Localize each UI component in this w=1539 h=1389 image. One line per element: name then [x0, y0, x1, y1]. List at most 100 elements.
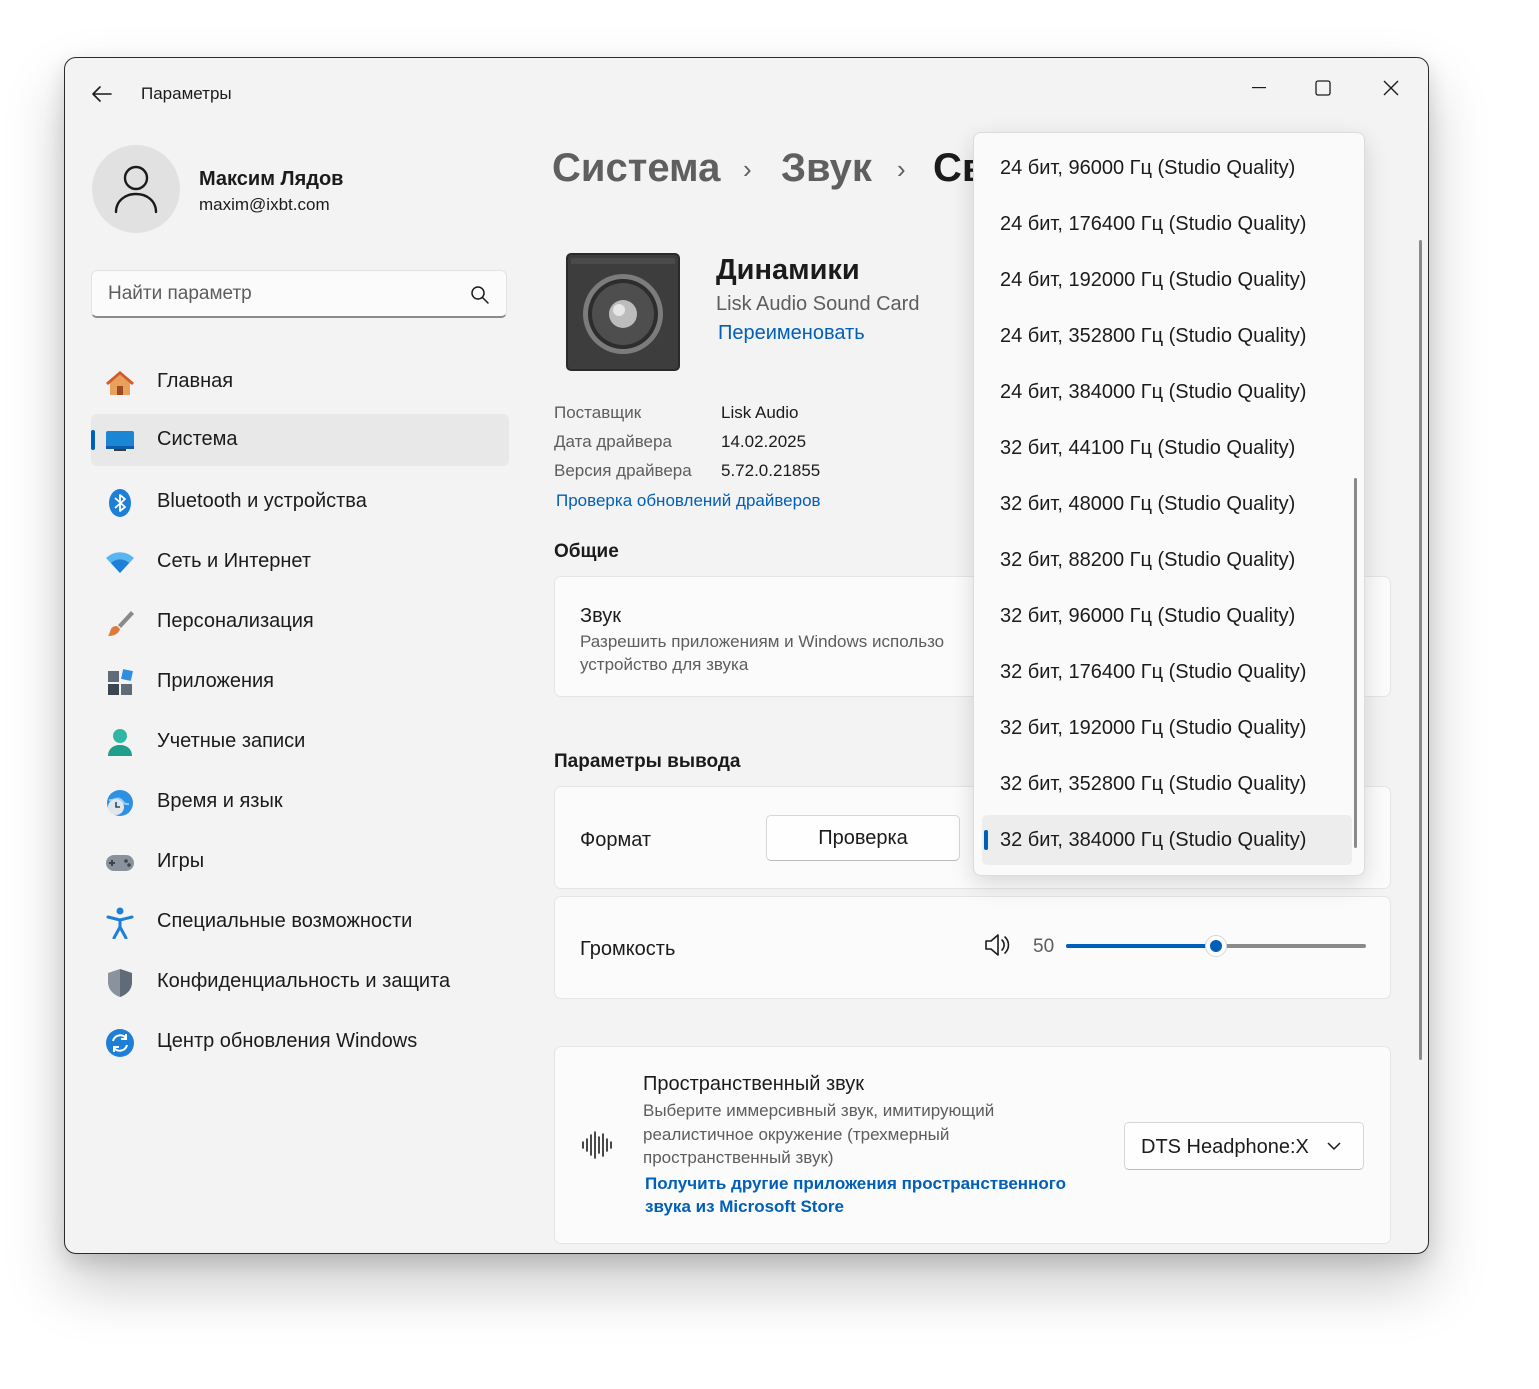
sidebar-item-label: Время и язык: [157, 790, 283, 812]
sidebar-item-personalization[interactable]: Персонализация: [91, 596, 509, 648]
sidebar-item-windows-update[interactable]: Центр обновления Windows: [91, 1016, 509, 1068]
breadcrumb-separator: ›: [743, 154, 752, 184]
volume-slider[interactable]: [1066, 935, 1366, 957]
search-box[interactable]: [91, 270, 507, 318]
wifi-icon: [105, 548, 135, 578]
sound-card-title: Звук: [580, 605, 622, 627]
system-icon: [105, 426, 135, 456]
format-option[interactable]: 32 бит, 352800 Гц (Studio Quality): [982, 759, 1352, 809]
spatial-desc-2: реалистичное окружение (трехмерный: [643, 1125, 950, 1144]
sidebar-item-accessibility[interactable]: Специальные возможности: [91, 896, 509, 948]
close-button[interactable]: [1361, 68, 1421, 108]
gamepad-icon: [105, 848, 135, 878]
driver-update-link[interactable]: Проверка обновлений драйверов: [556, 491, 821, 511]
account-icon: [105, 728, 135, 758]
sound-card-desc-2: устройство для звука: [580, 655, 749, 674]
spatial-selected-value: DTS Headphone:X: [1141, 1136, 1309, 1158]
sidebar-item-accounts[interactable]: Учетные записи: [91, 716, 509, 768]
time-language-icon: [105, 788, 135, 818]
volume-slider-thumb[interactable]: [1205, 935, 1227, 957]
store-link-1[interactable]: Получить другие приложения пространствен…: [645, 1174, 1066, 1194]
device-name: Динамики: [716, 254, 860, 286]
sidebar-item-label: Сеть и Интернет: [157, 550, 312, 572]
format-option[interactable]: 32 бит, 48000 Гц (Studio Quality): [982, 479, 1352, 529]
sidebar-item-network[interactable]: Сеть и Интернет: [91, 536, 509, 588]
format-option-label: 24 бит, 352800 Гц (Studio Quality): [1000, 325, 1307, 347]
sidebar-item-bluetooth[interactable]: Bluetooth и устройства: [91, 476, 509, 528]
format-option-label: 24 бит, 96000 Гц (Studio Quality): [1000, 157, 1296, 179]
speaker-icon: [565, 252, 681, 372]
format-option-label: 32 бит, 96000 Гц (Studio Quality): [1000, 605, 1296, 627]
minimize-button[interactable]: [1229, 68, 1289, 108]
format-option[interactable]: 24 бит, 176400 Гц (Studio Quality): [982, 199, 1352, 249]
home-icon: [105, 368, 135, 398]
volume-value: 50: [1033, 936, 1055, 957]
format-option[interactable]: 24 бит, 96000 Гц (Studio Quality): [982, 143, 1352, 193]
sidebar-item-system[interactable]: Система: [91, 414, 509, 466]
format-option[interactable]: 24 бит, 384000 Гц (Studio Quality): [982, 367, 1352, 417]
settings-window: Параметры Максим Лядов maxim@ixbt.com Гл…: [64, 57, 1429, 1254]
shield-icon: [105, 968, 135, 998]
sidebar-item-home[interactable]: Главная: [91, 356, 509, 408]
format-option-label: 32 бит, 176400 Гц (Studio Quality): [1000, 661, 1307, 683]
rename-link[interactable]: Переименовать: [718, 322, 865, 345]
user-email: maxim@ixbt.com: [199, 195, 330, 214]
sidebar-item-label: Конфиденциальность и защита: [157, 970, 451, 992]
dropdown-scrollbar[interactable]: [1354, 478, 1357, 848]
vendor-label: Поставщик: [554, 403, 642, 422]
format-option-label: 32 бит, 88200 Гц (Studio Quality): [1000, 549, 1296, 571]
back-arrow-icon: [92, 86, 112, 102]
search-icon[interactable]: [470, 285, 490, 305]
format-option[interactable]: 32 бит, 96000 Гц (Studio Quality): [982, 591, 1352, 641]
spatial-sound-dropdown[interactable]: DTS Headphone:X: [1124, 1122, 1364, 1170]
store-link-2[interactable]: звука из Microsoft Store: [645, 1197, 844, 1217]
sidebar-item-privacy[interactable]: Конфиденциальность и защита: [91, 956, 509, 1008]
format-option[interactable]: 24 бит, 352800 Гц (Studio Quality): [982, 311, 1352, 361]
format-option[interactable]: 32 бит, 44100 Гц (Studio Quality): [982, 423, 1352, 473]
test-button[interactable]: Проверка: [766, 815, 960, 861]
speaker-volume-icon[interactable]: [984, 933, 1012, 962]
maximize-button[interactable]: [1293, 68, 1353, 108]
format-option-label: 32 бит, 384000 Гц (Studio Quality): [1000, 829, 1307, 851]
sidebar-item-label: Главная: [157, 370, 234, 392]
brush-icon: [105, 608, 135, 638]
sidebar-item-label: Центр обновления Windows: [157, 1030, 418, 1052]
page-scrollbar[interactable]: [1419, 240, 1422, 1060]
sound-card-desc-1: Разрешить приложениям и Windows использо: [580, 632, 945, 651]
sidebar-item-time-language[interactable]: Время и язык: [91, 776, 509, 828]
format-option-label: 24 бит, 176400 Гц (Studio Quality): [1000, 213, 1307, 235]
format-option-label: 24 бит, 384000 Гц (Studio Quality): [1000, 381, 1307, 403]
selection-indicator: [91, 430, 95, 450]
sidebar-item-label: Персонализация: [157, 610, 314, 632]
person-icon: [114, 165, 158, 214]
avatar[interactable]: [92, 145, 180, 233]
format-option-label: 32 бит, 352800 Гц (Studio Quality): [1000, 773, 1307, 795]
sidebar-item-apps[interactable]: Приложения: [91, 656, 509, 708]
close-icon: [1383, 80, 1399, 96]
search-input[interactable]: [106, 271, 470, 317]
maximize-icon: [1315, 80, 1331, 96]
format-option[interactable]: 24 бит, 192000 Гц (Studio Quality): [982, 255, 1352, 305]
user-name: Максим Лядов: [199, 168, 344, 190]
general-heading: Общие: [554, 541, 619, 562]
device-subtitle: Lisk Audio Sound Card: [716, 293, 920, 315]
update-icon: [105, 1028, 135, 1058]
spatial-desc-1: Выберите иммерсивный звук, имитирующий: [643, 1101, 995, 1120]
sidebar-item-label: Система: [157, 428, 238, 450]
chevron-down-icon: [1327, 1142, 1341, 1151]
format-option[interactable]: 32 бит, 176400 Гц (Studio Quality): [982, 647, 1352, 697]
breadcrumb-sound[interactable]: Звук: [781, 146, 872, 191]
format-option-label: 32 бит, 192000 Гц (Studio Quality): [1000, 717, 1307, 739]
breadcrumb-system[interactable]: Система: [552, 146, 720, 191]
bluetooth-icon: [105, 488, 135, 518]
accessibility-icon: [105, 907, 135, 939]
back-button[interactable]: [83, 76, 121, 112]
spatial-title: Пространственный звук: [643, 1073, 865, 1095]
format-option[interactable]: 32 бит, 192000 Гц (Studio Quality): [982, 703, 1352, 753]
driver-date-value: 14.02.2025: [721, 432, 807, 451]
format-option-label: 24 бит, 192000 Гц (Studio Quality): [1000, 269, 1307, 291]
format-option-selected[interactable]: 32 бит, 384000 Гц (Studio Quality): [982, 815, 1352, 865]
sidebar-item-gaming[interactable]: Игры: [91, 836, 509, 888]
sidebar-item-label: Приложения: [157, 670, 275, 692]
format-option[interactable]: 32 бит, 88200 Гц (Studio Quality): [982, 535, 1352, 585]
